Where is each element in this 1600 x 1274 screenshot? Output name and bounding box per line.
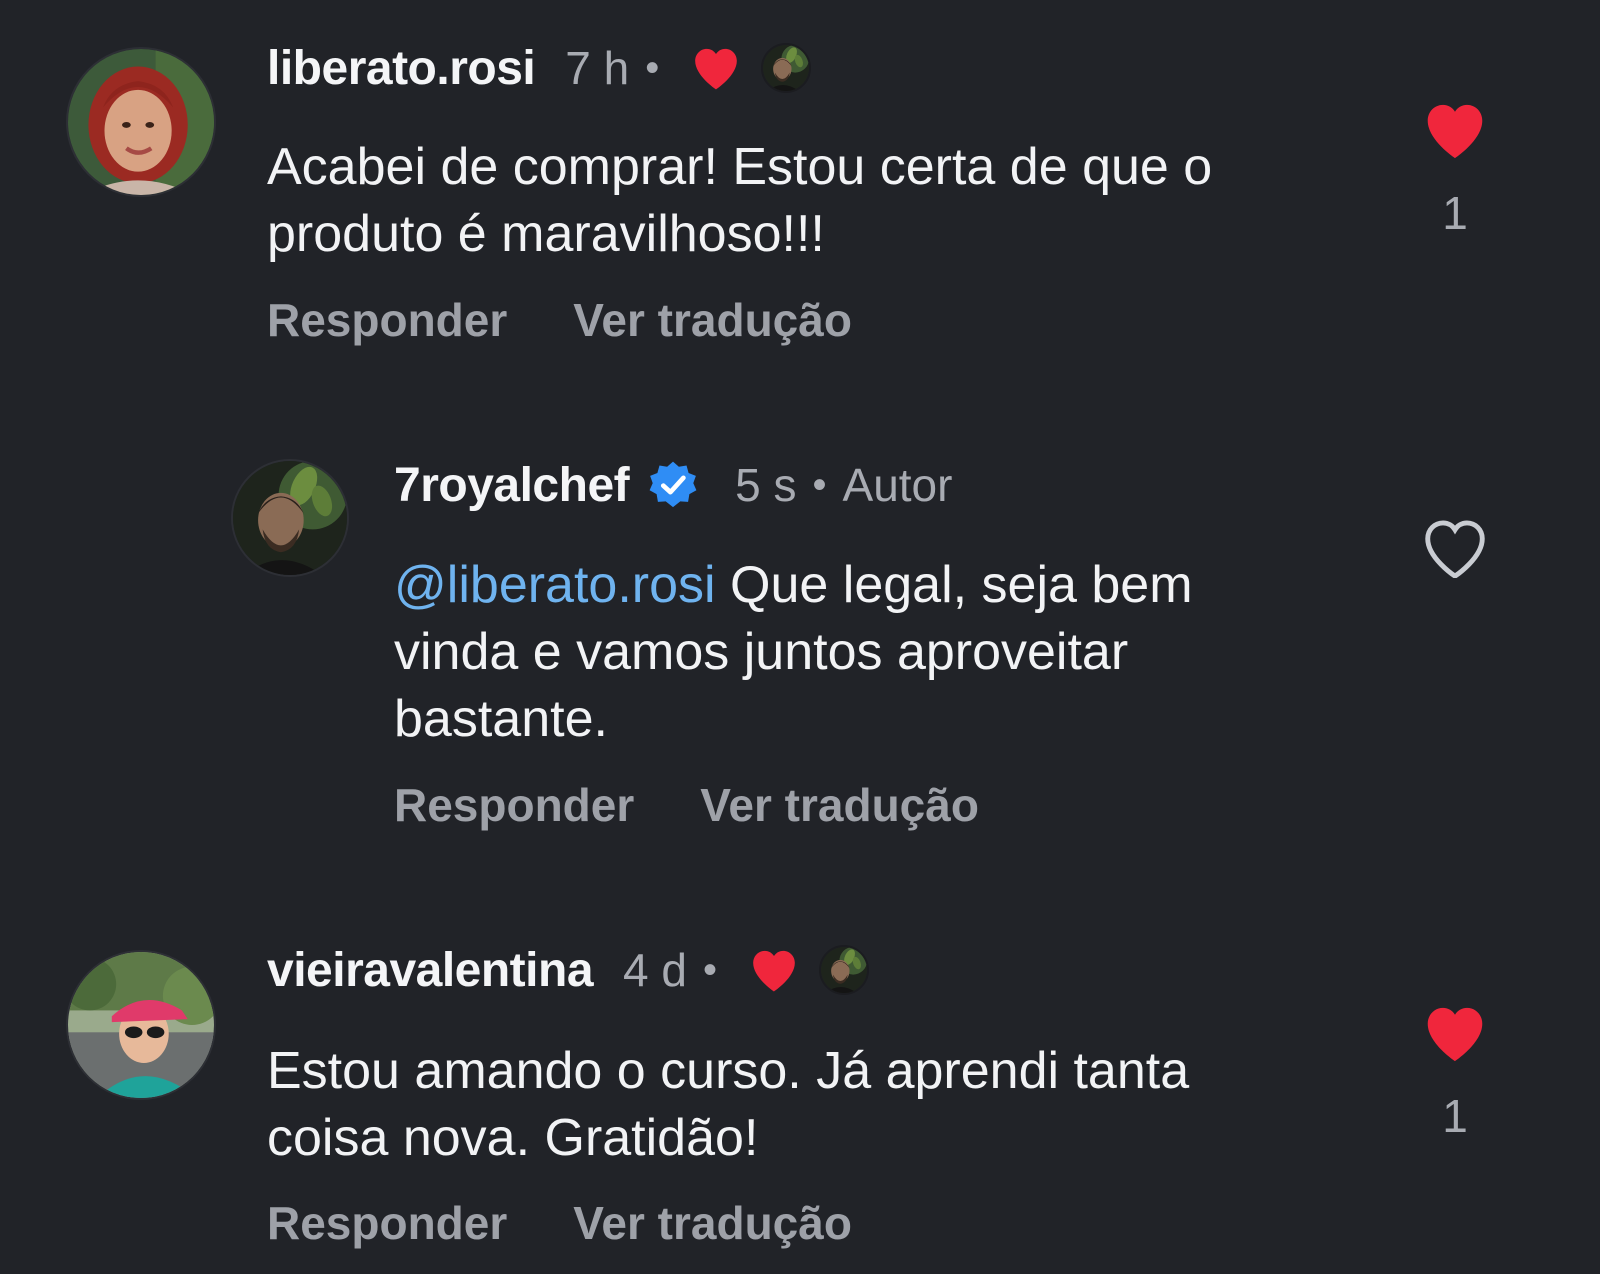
reply-button[interactable]: Responder [394, 778, 634, 832]
comment-text: Acabei de comprar! Estou certa de que o … [267, 138, 1213, 263]
separator-dot: • [702, 947, 717, 992]
like-column: 1 [1420, 1003, 1490, 1143]
reply-button[interactable]: Responder [267, 293, 507, 347]
creator-avatar-icon [818, 945, 869, 995]
reply-button[interactable]: Responder [267, 1196, 507, 1250]
filled-heart-icon[interactable] [1422, 1003, 1488, 1063]
creator-photo [233, 461, 347, 575]
see-translation-button[interactable]: Ver tradução [573, 1196, 852, 1250]
timestamp: 7 h [565, 42, 630, 94]
timestamp: 4 d [623, 944, 687, 996]
red-heart-icon [691, 45, 741, 91]
verified-badge-icon [649, 461, 697, 508]
see-translation-button[interactable]: Ver tradução [700, 778, 979, 832]
creator-avatar-icon [761, 43, 812, 93]
avatar[interactable] [231, 459, 349, 577]
username[interactable]: vieiravalentina [267, 943, 594, 998]
separator-dot: • [645, 45, 660, 90]
author-tag: Autor [842, 459, 953, 511]
separator-dot: • [812, 462, 827, 507]
mention-link[interactable]: @liberato.rosi [394, 556, 716, 614]
like-column [1420, 518, 1490, 578]
red-heart-icon [749, 947, 799, 993]
like-count: 1 [1442, 187, 1468, 239]
like-column: 1 [1420, 100, 1490, 240]
username[interactable]: 7royalchef [394, 458, 630, 513]
avatar[interactable] [66, 950, 216, 1100]
user-photo [68, 952, 214, 1098]
timestamp: 5 s [735, 459, 797, 511]
comment-text: @liberato.rosi Que legal, seja bem vinda… [394, 552, 1294, 753]
like-count: 1 [1442, 1090, 1468, 1142]
comment-text: Estou amando o curso. Já aprendi tanta c… [267, 1042, 1190, 1167]
avatar[interactable] [66, 47, 216, 197]
see-translation-button[interactable]: Ver tradução [573, 293, 852, 347]
user-photo [68, 49, 214, 195]
filled-heart-icon[interactable] [1422, 100, 1488, 160]
outline-heart-icon[interactable] [1422, 518, 1488, 578]
username[interactable]: liberato.rosi [267, 41, 536, 96]
